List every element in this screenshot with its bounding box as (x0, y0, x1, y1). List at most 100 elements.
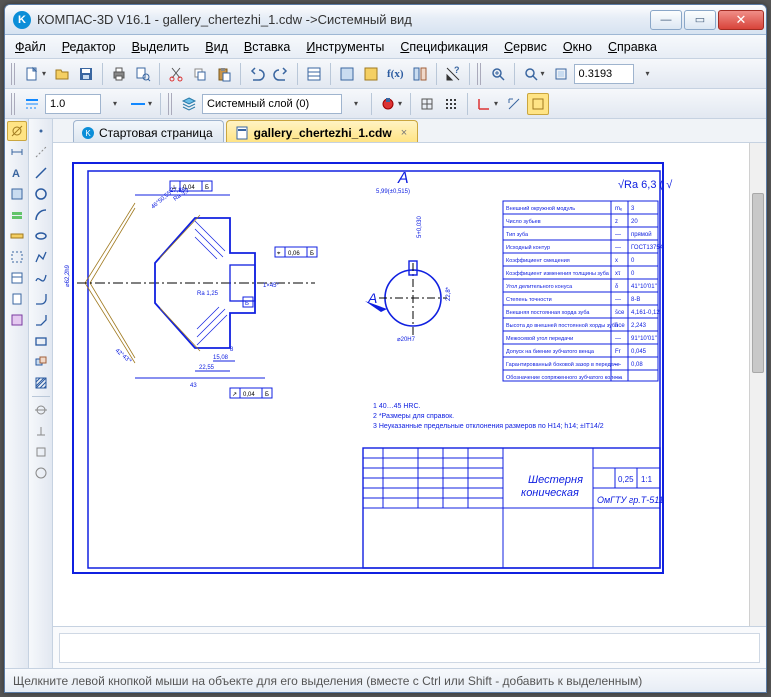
geom-panel-icon[interactable] (7, 121, 27, 141)
minimize-button[interactable]: — (650, 10, 682, 30)
zoom-dropdown[interactable] (636, 63, 658, 85)
function-button[interactable]: f(x) (384, 63, 407, 85)
edit-panel-icon[interactable] (7, 184, 27, 204)
new-button[interactable] (21, 63, 49, 85)
tool-c[interactable] (409, 63, 431, 85)
chamfer-tool[interactable] (31, 310, 51, 330)
zoom-fit-button[interactable] (550, 63, 572, 85)
line-tool[interactable] (31, 163, 51, 183)
assembly-tool[interactable] (31, 352, 51, 372)
close-button[interactable]: ✕ (718, 10, 764, 30)
open-button[interactable] (51, 63, 73, 85)
arc-tool[interactable] (31, 205, 51, 225)
text-panel-icon[interactable]: A (7, 163, 27, 183)
rect-tool[interactable] (31, 331, 51, 351)
menu-view[interactable]: Вид (197, 38, 236, 56)
zoom-window-button[interactable] (520, 63, 548, 85)
zoom-field[interactable] (574, 64, 634, 84)
report-panel-icon[interactable] (7, 289, 27, 309)
layer-button[interactable] (178, 93, 200, 115)
document-tabs: K Стартовая страница gallery_chertezhi_1… (53, 119, 766, 143)
menu-spec[interactable]: Спецификация (392, 38, 496, 56)
grid-button[interactable] (416, 93, 438, 115)
vertical-scrollbar[interactable] (749, 143, 766, 626)
layer-field[interactable] (202, 94, 342, 114)
ortho2-button[interactable] (527, 93, 549, 115)
dim-panel-icon[interactable] (7, 142, 27, 162)
ortho-button[interactable] (503, 93, 525, 115)
cut-button[interactable] (165, 63, 187, 85)
insert-panel-icon[interactable] (7, 310, 27, 330)
menu-tools[interactable]: Инструменты (298, 38, 392, 56)
menu-select[interactable]: Выделить (124, 38, 198, 56)
svg-text:δ: δ (615, 284, 619, 290)
print-button[interactable] (108, 63, 130, 85)
undo-button[interactable] (246, 63, 268, 85)
svg-text:0,04: 0,04 (243, 392, 255, 398)
menu-window[interactable]: Окно (555, 38, 600, 56)
select-panel-icon[interactable] (7, 247, 27, 267)
grip[interactable] (11, 93, 17, 115)
app-icon: K (13, 11, 31, 29)
svg-text:Б: Б (310, 251, 314, 257)
property-grid[interactable] (59, 633, 760, 663)
menu-edit[interactable]: Редактор (54, 38, 124, 56)
ucs-button[interactable] (473, 93, 501, 115)
fillet-tool[interactable] (31, 289, 51, 309)
svg-text:Б: Б (265, 392, 269, 398)
paste-button[interactable] (213, 63, 235, 85)
preview-button[interactable] (132, 63, 154, 85)
misc-tool-4[interactable] (31, 463, 51, 483)
tab-document[interactable]: gallery_chertezhi_1.cdw × (226, 120, 419, 142)
measure-panel-icon[interactable] (7, 226, 27, 246)
drawing-canvas[interactable]: √Ra 6,3 ( √ ) Внешний окружной модульmₑ3… (63, 153, 748, 616)
svg-text:⟂: ⟂ (172, 184, 176, 191)
maximize-button[interactable]: ▭ (684, 10, 716, 30)
zoom-in-button[interactable] (487, 63, 509, 85)
menu-service[interactable]: Сервис (496, 38, 555, 56)
app-window: K КОМПАС-3D V16.1 - gallery_chertezhi_1.… (4, 4, 767, 693)
help-button[interactable]: ? (442, 63, 464, 85)
point-tool[interactable] (31, 121, 51, 141)
tab-start-page[interactable]: K Стартовая страница (73, 120, 224, 142)
ellipse-tool[interactable] (31, 226, 51, 246)
redo-button[interactable] (270, 63, 292, 85)
circle-tool[interactable] (31, 184, 51, 204)
save-button[interactable] (75, 63, 97, 85)
grip[interactable] (11, 63, 17, 85)
svg-text:А: А (367, 290, 377, 306)
grip[interactable] (168, 93, 174, 115)
grip[interactable] (477, 63, 483, 85)
aux-line-tool[interactable] (31, 142, 51, 162)
scrollbar-thumb[interactable] (752, 193, 764, 373)
misc-tool-1[interactable] (31, 400, 51, 420)
svg-text:Внешний окружной модуль: Внешний окружной модуль (506, 205, 575, 212)
hatch-tool[interactable] (31, 373, 51, 393)
tool-b[interactable] (360, 63, 382, 85)
spec-panel-icon[interactable] (7, 268, 27, 288)
polyline-tool[interactable] (31, 247, 51, 267)
lineweight-dropdown[interactable] (103, 93, 125, 115)
properties-button[interactable] (303, 63, 325, 85)
menu-file[interactable]: Файл (7, 38, 54, 56)
misc-tool-2[interactable] (31, 421, 51, 441)
tab-close-icon[interactable]: × (401, 127, 407, 139)
svg-text:Угол делительного конуса: Угол делительного конуса (506, 284, 573, 290)
linetype-button[interactable] (127, 93, 155, 115)
svg-text:—: — (615, 232, 621, 238)
param-panel-icon[interactable] (7, 205, 27, 225)
tool-a[interactable] (336, 63, 358, 85)
gear-table: Внешний окружной модульmₑ3Число зубьевz2… (503, 201, 664, 381)
misc-tool-3[interactable] (31, 442, 51, 462)
menu-insert[interactable]: Вставка (236, 38, 298, 56)
lineweight-field[interactable] (45, 94, 101, 114)
spline-tool[interactable] (31, 268, 51, 288)
svg-text:Б: Б (245, 301, 249, 307)
copy-button[interactable] (189, 63, 211, 85)
svg-text:h̄ce: h̄ce (615, 323, 625, 329)
line-style-button[interactable] (21, 93, 43, 115)
dot-grid-button[interactable] (440, 93, 462, 115)
snap-button[interactable] (377, 93, 405, 115)
layer-dropdown[interactable] (344, 93, 366, 115)
menu-help[interactable]: Справка (600, 38, 665, 56)
